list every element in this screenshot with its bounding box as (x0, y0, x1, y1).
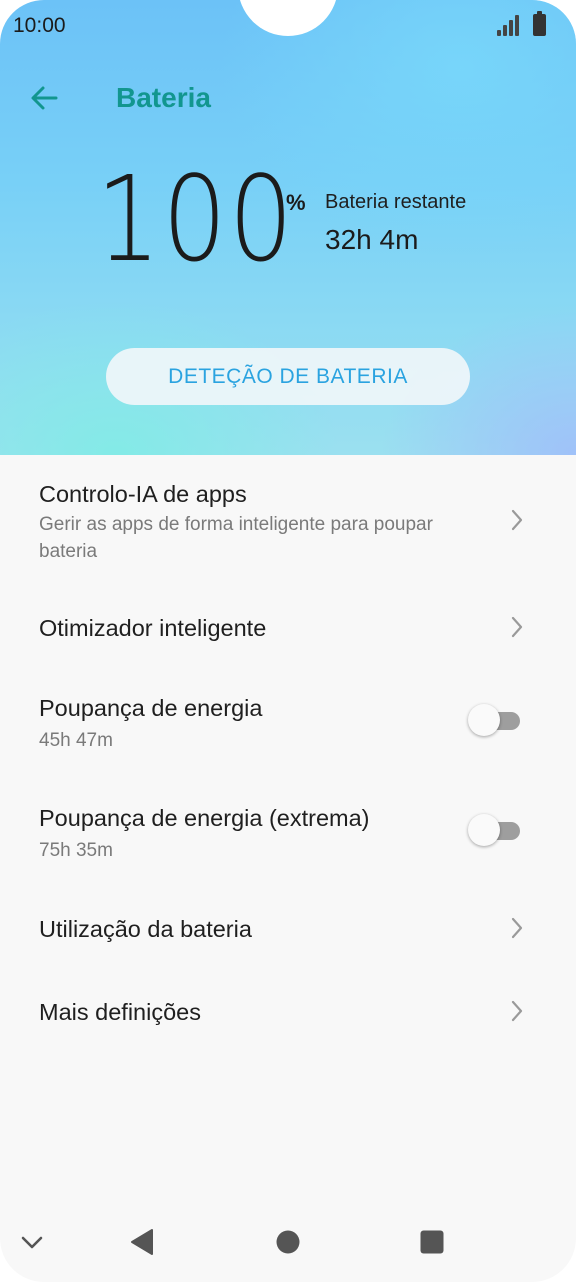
signal-icon (497, 14, 521, 36)
battery-icon (533, 11, 546, 36)
list-item-subtitle: 45h 47m (39, 730, 113, 751)
list-item-title: Utilização da bateria (39, 916, 252, 942)
recents-square-icon[interactable] (416, 1226, 448, 1258)
list-item-title: Controlo-IA de apps (39, 481, 247, 507)
remaining-value: 32h 4m (325, 224, 419, 255)
chevron-right-icon (511, 509, 523, 531)
list-item-more-settings[interactable]: Mais definições (0, 980, 576, 1060)
remaining-label: Bateria restante (325, 191, 467, 213)
list-item-title: Poupança de energia (extrema) (39, 805, 370, 831)
list-item-subtitle: 75h 35m (39, 840, 113, 861)
list-item-extreme-power-saving[interactable]: Poupança de energia (extrema) 75h 35m (0, 790, 576, 895)
list-item-subtitle: Gerir as apps de forma inteligente para … (39, 514, 433, 562)
arrow-left-icon[interactable] (28, 82, 62, 114)
extreme-power-saving-toggle[interactable] (468, 814, 522, 848)
chevron-right-icon (511, 616, 523, 638)
chevron-right-icon (511, 917, 523, 939)
status-icons (497, 11, 546, 36)
list-item-ai-app-control[interactable]: Controlo-IA de apps Gerir as apps de for… (0, 455, 576, 595)
list-item-battery-usage[interactable]: Utilização da bateria (0, 895, 576, 975)
list-item-power-saving[interactable]: Poupança de energia 45h 47m (0, 680, 576, 785)
chevron-right-icon (511, 1000, 523, 1022)
battery-percent-value: 100 (96, 150, 295, 288)
list-item-title: Mais definições (39, 999, 201, 1025)
battery-detection-button[interactable]: DETEÇÃO DE BATERIA (106, 348, 470, 405)
back-triangle-icon[interactable] (126, 1226, 158, 1258)
list-item-title: Otimizador inteligente (39, 615, 267, 641)
toggle-knob (468, 814, 500, 846)
navigation-bar (0, 1212, 576, 1276)
screen: 10:00 Bateria 100 % Bateria restante 32h… (0, 0, 576, 1282)
status-time: 10:00 (13, 14, 66, 37)
power-saving-toggle[interactable] (468, 704, 522, 738)
chevron-down-icon[interactable] (16, 1226, 48, 1258)
list-item-smart-optimizer[interactable]: Otimizador inteligente (0, 595, 576, 675)
home-circle-icon[interactable] (272, 1226, 304, 1258)
battery-percent-sign: % (286, 190, 306, 215)
toggle-knob (468, 704, 500, 736)
list-item-title: Poupança de energia (39, 695, 263, 721)
page-title: Bateria (116, 82, 211, 113)
